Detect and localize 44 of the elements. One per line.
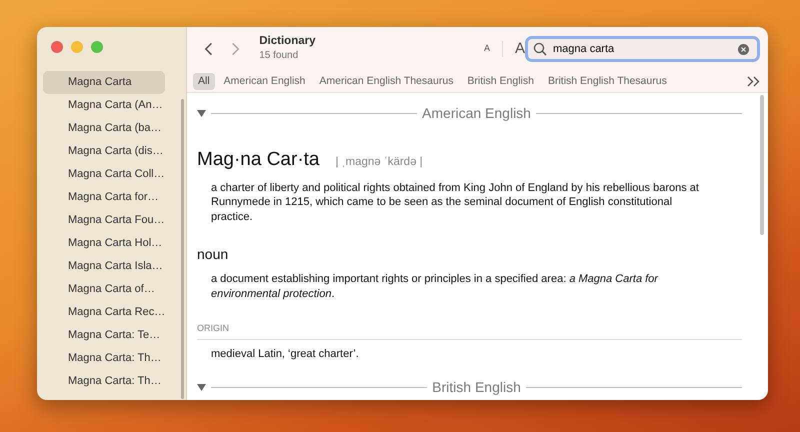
- source-tab[interactable]: British English: [462, 72, 539, 90]
- sidebar-item[interactable]: Magna Carta Rec…: [43, 301, 165, 324]
- disclosure-icon[interactable]: [197, 383, 206, 392]
- search-input[interactable]: magna carta: [553, 40, 738, 58]
- source-tab[interactable]: All: [193, 72, 215, 90]
- origin-heading: ORIGIN: [197, 322, 742, 340]
- disclosure-icon[interactable]: [197, 109, 206, 118]
- scrollbar[interactable]: [760, 95, 764, 235]
- part-of-speech: noun: [197, 245, 230, 264]
- close-icon[interactable]: [51, 41, 63, 53]
- smaller-text-button[interactable]: A: [484, 42, 490, 56]
- sidebar-item[interactable]: Magna Carta of…: [43, 278, 165, 301]
- sidebar-item[interactable]: Magna Carta (dis…: [43, 140, 165, 163]
- sidebar-item[interactable]: Magna Carta (ba…: [43, 117, 165, 140]
- result-count: 15 found: [259, 48, 300, 63]
- more-icon[interactable]: [747, 76, 760, 87]
- window-title: Dictionary: [259, 35, 316, 48]
- headword: Mag·na Car·ta: [197, 148, 320, 172]
- sidebar-item[interactable]: Magna Carta Isla…: [43, 255, 165, 278]
- definition-text: a document establishing important rights or principles in a specified area: a Magna Carta for environmental protection.: [210, 272, 660, 301]
- search-icon: [533, 42, 547, 56]
- sidebar-item[interactable]: Magna Carta Coll…: [43, 163, 165, 186]
- definition-text: medieval Latin, ‘great charter’.: [210, 346, 360, 361]
- section-title: American English: [422, 104, 531, 123]
- zoom-icon[interactable]: [91, 41, 103, 53]
- section-title: British English: [432, 378, 521, 397]
- sidebar-item[interactable]: Magna Carta: [43, 71, 165, 94]
- definition-text: a charter of liberty and political rights obtained from King John of England by his rebellious barons at Runnymede in 1215, which came to be seen as the seminal document of English constitutional practice.: [210, 180, 700, 224]
- sidebar-item[interactable]: Magna Carta Hol…: [43, 232, 165, 255]
- source-tab[interactable]: American English: [218, 72, 310, 90]
- sidebar-item[interactable]: Magna Carta: Th…: [43, 370, 165, 393]
- sidebar-item[interactable]: Magna Carta (An…: [43, 94, 165, 117]
- sidebar-item[interactable]: Magna Carta for…: [43, 186, 165, 209]
- search-field[interactable]: magna carta: [525, 36, 760, 62]
- sidebar-item[interactable]: Magna Carta: Th…: [43, 347, 165, 370]
- sidebar-item[interactable]: Magna Carta Fou…: [43, 209, 165, 232]
- source-tab[interactable]: American English Thesaurus: [314, 72, 458, 90]
- scrollbar[interactable]: [181, 99, 184, 399]
- pronunciation: | ˌmagnə ˈkärdə |: [336, 155, 423, 170]
- minimize-icon[interactable]: [71, 41, 83, 53]
- source-tab[interactable]: British English Thesaurus: [542, 72, 672, 90]
- larger-text-button[interactable]: A: [514, 38, 525, 60]
- sidebar-item[interactable]: Magna Carta: Te…: [43, 324, 165, 347]
- clear-icon[interactable]: [738, 44, 749, 54]
